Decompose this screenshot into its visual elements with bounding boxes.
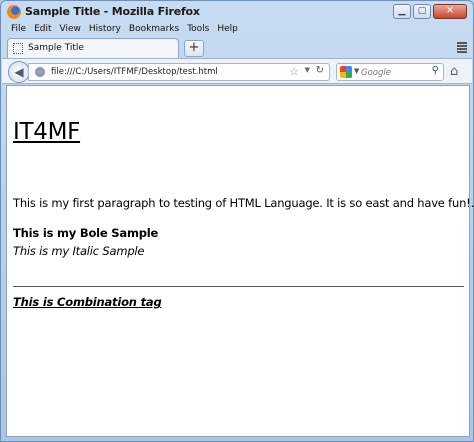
- back-icon: ◀: [14, 65, 24, 79]
- reload-icon[interactable]: ↻: [316, 65, 324, 76]
- bold-sample: This is my Bole Sample: [13, 226, 159, 240]
- engine-dropdown-icon[interactable]: ▼: [354, 67, 359, 75]
- minimize-button[interactable]: ▁: [393, 4, 411, 19]
- title-bar[interactable]: Sample Title - Mozilla Firefox ▁ ▢ ✕: [1, 1, 473, 23]
- firefox-logo-icon[interactable]: [7, 5, 21, 19]
- window-controls: ▁ ▢ ✕: [393, 4, 467, 19]
- url-text[interactable]: file:///C:/Users/ITFMF/Desktop/test.html: [51, 67, 218, 77]
- url-dropmarker-icon[interactable]: ▼: [305, 66, 310, 74]
- home-icon[interactable]: ⌂: [450, 64, 458, 79]
- navigation-toolbar: ◀ file:///C:/Users/ITFMF/Desktop/test.ht…: [2, 58, 472, 84]
- menu-view[interactable]: View: [56, 23, 85, 37]
- browser-window: Sample Title - Mozilla Firefox ▁ ▢ ✕ Fil…: [0, 0, 474, 442]
- maximize-button[interactable]: ▢: [413, 4, 431, 19]
- url-bar[interactable]: file:///C:/Users/ITFMF/Desktop/test.html…: [28, 63, 330, 81]
- menu-bar: File Edit View History Bookmarks Tools H…: [7, 23, 242, 37]
- horizontal-rule: [13, 286, 464, 287]
- page-content: IT4MF This is my first paragraph to test…: [6, 85, 474, 437]
- menu-file[interactable]: File: [7, 23, 30, 37]
- menu-edit[interactable]: Edit: [30, 23, 55, 37]
- menu-help[interactable]: Help: [213, 23, 242, 37]
- combination-sample: This is Combination tag: [13, 295, 162, 309]
- menu-history[interactable]: History: [85, 23, 125, 37]
- new-tab-button[interactable]: +: [184, 40, 204, 57]
- list-all-tabs-icon[interactable]: [457, 42, 467, 53]
- search-engine-icon[interactable]: [340, 66, 352, 78]
- close-button[interactable]: ✕: [433, 4, 467, 19]
- search-bar[interactable]: ▼ ⚲: [336, 63, 444, 81]
- tab-strip: Sample Title +: [5, 38, 471, 58]
- search-go-icon[interactable]: ⚲: [432, 65, 439, 76]
- first-paragraph: This is my first paragraph to testing of…: [13, 196, 474, 210]
- menu-bookmarks[interactable]: Bookmarks: [125, 23, 183, 37]
- tab-label: Sample Title: [28, 43, 84, 53]
- bookmark-star-icon[interactable]: ☆: [289, 65, 299, 78]
- italic-sample: This is my Italic Sample: [13, 244, 145, 258]
- window-title: Sample Title - Mozilla Firefox: [25, 5, 200, 18]
- search-input[interactable]: [361, 66, 423, 79]
- page-heading: IT4MF: [13, 119, 81, 145]
- tab-sample-title[interactable]: Sample Title: [7, 38, 179, 58]
- site-identity-icon[interactable]: [35, 67, 45, 77]
- back-button[interactable]: ◀: [8, 61, 30, 83]
- page-favicon-icon: [13, 43, 23, 54]
- menu-tools[interactable]: Tools: [183, 23, 213, 37]
